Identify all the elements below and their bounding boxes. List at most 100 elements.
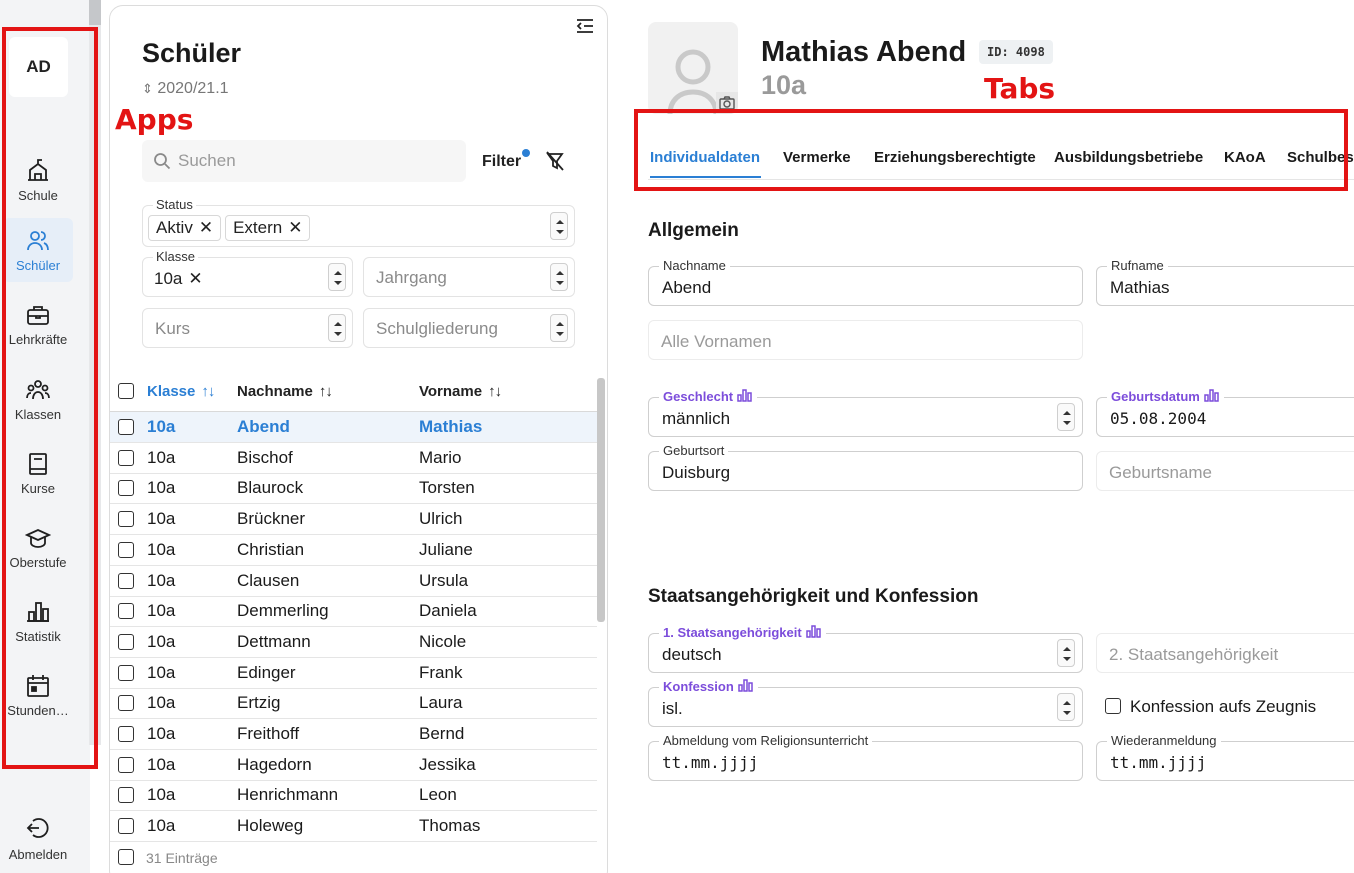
cell-klasse: 10a — [147, 601, 176, 620]
cell-vorname: Bernd — [419, 724, 465, 743]
search-input[interactable] — [178, 140, 458, 182]
select-spinner-icon[interactable] — [328, 263, 346, 291]
status-filter[interactable]: Status Aktiv ✕ Extern ✕ — [142, 197, 575, 247]
jahrgang-filter[interactable]: Jahrgang — [363, 257, 575, 297]
row-checkbox[interactable] — [118, 665, 134, 681]
row-checkbox[interactable] — [118, 573, 134, 589]
table-row[interactable]: 10a Bischof Mario — [110, 443, 597, 474]
remove-chip-icon[interactable]: ✕ — [188, 269, 202, 289]
field-value: tt.mm.jjjj — [662, 753, 759, 772]
table-row[interactable]: 10a Ertzig Laura — [110, 688, 597, 719]
table-row[interactable]: 10a Clausen Ursula — [110, 566, 597, 597]
cell-nachname: Demmerling — [237, 601, 329, 620]
table-row[interactable]: 10a Henrichmann Leon — [110, 780, 597, 811]
entry-count: 31 Einträge — [146, 850, 218, 866]
row-checkbox[interactable] — [118, 695, 134, 711]
field-label: 1. Staatsangehörigkeit — [659, 625, 826, 640]
remove-chip-icon[interactable]: ✕ — [288, 218, 302, 238]
cell-nachname: Edinger — [237, 663, 296, 682]
table-row[interactable]: 10a Abend Mathias — [110, 412, 597, 443]
select-spinner-icon[interactable] — [550, 314, 568, 342]
cell-nachname: Abend — [237, 417, 290, 436]
klasse-chip: 10a ✕ — [154, 269, 203, 289]
row-checkbox[interactable] — [118, 726, 134, 742]
row-checkbox[interactable] — [118, 419, 134, 435]
status-chip-aktiv: Aktiv ✕ — [148, 215, 222, 241]
cell-klasse: 10a — [147, 755, 176, 774]
collapse-panel-icon[interactable] — [575, 17, 595, 35]
table-row[interactable]: 10a Christian Juliane — [110, 535, 597, 566]
cell-nachname: Bischof — [237, 448, 293, 467]
row-checkbox[interactable] — [118, 450, 134, 466]
table-row[interactable]: 10a Brückner Ulrich — [110, 504, 597, 535]
select-spinner-icon[interactable] — [1057, 403, 1075, 431]
geburtsname-field[interactable]: Geburtsname — [1096, 451, 1354, 491]
row-checkbox[interactable] — [118, 603, 134, 619]
select-spinner-icon[interactable] — [1057, 639, 1075, 667]
row-checkbox[interactable] — [118, 818, 134, 834]
table-header: Klasse ↑↓ Nachname ↑↓ Vorname ↑↓ — [110, 372, 597, 412]
search-icon — [154, 153, 171, 170]
geschlecht-select[interactable]: Geschlecht männlich — [648, 389, 1083, 437]
row-checkbox[interactable] — [118, 542, 134, 558]
field-placeholder: 2. Staatsangehörigkeit — [1109, 645, 1279, 664]
select-spinner-icon[interactable] — [550, 212, 568, 240]
klasse-filter[interactable]: Klasse 10a ✕ — [142, 249, 353, 297]
kurs-filter[interactable]: Kurs — [142, 308, 353, 348]
table-row[interactable]: 10a Edinger Frank — [110, 658, 597, 689]
row-checkbox[interactable] — [118, 634, 134, 650]
table-row[interactable]: 10a Dettmann Nicole — [110, 627, 597, 658]
column-header-nachname[interactable]: Nachname ↑↓ — [237, 383, 333, 400]
logout-icon — [26, 818, 49, 838]
konfession-select[interactable]: Konfession isl. — [648, 679, 1083, 727]
select-spinner-icon[interactable] — [328, 314, 346, 342]
row-checkbox[interactable] — [118, 480, 134, 496]
student-photo[interactable] — [648, 22, 738, 114]
nachname-field[interactable]: Nachname Abend — [648, 258, 1083, 306]
cell-nachname: Holeweg — [237, 816, 304, 835]
column-header-vorname[interactable]: Vorname ↑↓ — [419, 383, 502, 400]
cell-nachname: Blaurock — [237, 478, 304, 497]
select-spinner-icon[interactable] — [1057, 693, 1075, 721]
table-row[interactable]: 10a Holeweg Thomas — [110, 811, 597, 842]
tabs-annotation-label: Tabs — [984, 72, 1056, 105]
vornamen-field[interactable]: Alle Vornamen — [648, 320, 1083, 360]
select-all-checkbox[interactable] — [118, 383, 134, 399]
cell-vorname: Ursula — [419, 571, 469, 590]
table-row[interactable]: 10a Hagedorn Jessika — [110, 750, 597, 781]
staatsangehoerigkeit-1-select[interactable]: 1. Staatsangehörigkeit deutsch — [648, 625, 1083, 673]
cell-klasse: 10a — [147, 724, 176, 743]
row-checkbox[interactable] — [118, 787, 134, 803]
remove-chip-icon[interactable]: ✕ — [199, 218, 213, 238]
staatsangehoerigkeit-2-select[interactable]: 2. Staatsangehörigkeit — [1096, 633, 1354, 673]
checkbox[interactable] — [1105, 698, 1121, 714]
logout-button[interactable]: Abmelden — [3, 815, 73, 867]
geburtsort-field[interactable]: Geburtsort Duisburg — [648, 443, 1083, 491]
row-checkbox[interactable] — [118, 757, 134, 773]
statistics-relevant-icon — [737, 389, 752, 402]
table-scrollbar[interactable] — [597, 378, 605, 622]
schulgliederung-filter[interactable]: Schulgliederung — [363, 308, 575, 348]
rufname-field[interactable]: Rufname Mathias — [1096, 258, 1354, 306]
statistics-relevant-icon — [805, 625, 821, 638]
column-header-klasse[interactable]: Klasse ↑↓ — [147, 383, 215, 400]
statistics-relevant-icon — [1204, 389, 1219, 402]
select-spinner-icon[interactable] — [550, 263, 568, 291]
clear-filter-icon[interactable] — [545, 150, 565, 172]
table-row[interactable]: 10a Demmerling Daniela — [110, 596, 597, 627]
field-label: Geburtsort — [659, 443, 729, 458]
table-row[interactable]: 10a Freithoff Bernd — [110, 719, 597, 750]
cell-vorname: Thomas — [419, 816, 481, 835]
wiederanmeldung-field[interactable]: Wiederanmeldung tt.mm.jjjj — [1096, 733, 1354, 781]
filter-toggle[interactable]: Filter — [482, 153, 521, 171]
field-value: männlich — [662, 409, 731, 428]
table-row[interactable]: 10a Blaurock Torsten — [110, 473, 597, 504]
cell-nachname: Freithoff — [237, 724, 300, 743]
geburtsdatum-field[interactable]: Geburtsdatum 05.08.2004 — [1096, 389, 1354, 437]
footer-checkbox[interactable] — [118, 849, 134, 865]
school-year-selector[interactable]: ⇕ 2020/21.1 — [142, 80, 229, 98]
abmeldung-religion-field[interactable]: Abmeldung vom Religionsunterricht tt.mm.… — [648, 733, 1083, 781]
cell-klasse: 10a — [147, 632, 176, 651]
row-checkbox[interactable] — [118, 511, 134, 527]
sidebar-scrollbar-thumb[interactable] — [89, 0, 101, 25]
